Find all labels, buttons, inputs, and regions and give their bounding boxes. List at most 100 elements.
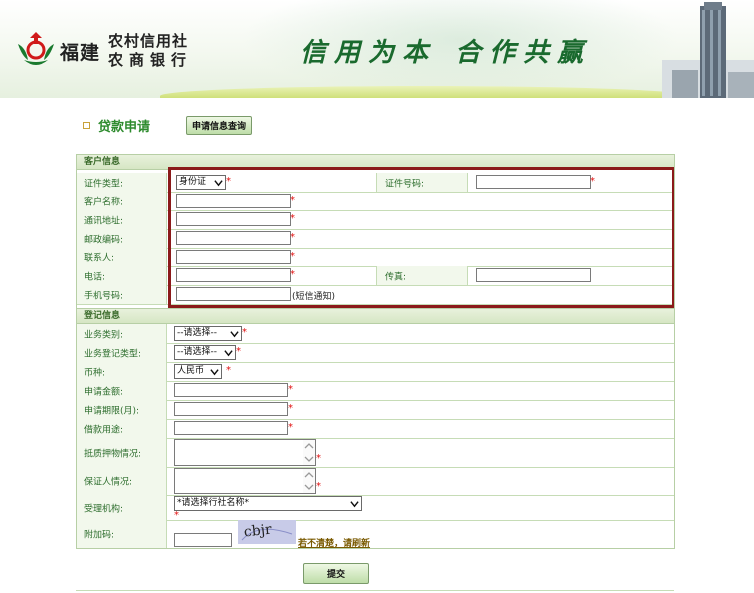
purpose-input[interactable] bbox=[174, 421, 288, 435]
required-mark: * bbox=[316, 453, 321, 464]
customer-name-input[interactable] bbox=[176, 194, 291, 208]
collateral-label: 抵质押物情况: bbox=[84, 449, 142, 459]
form-row-term: 申请期限(月): * bbox=[76, 400, 674, 420]
guarantor-textarea[interactable] bbox=[174, 468, 316, 494]
term-label: 申请期限(月): bbox=[84, 406, 140, 416]
contact-label: 联系人: bbox=[84, 253, 115, 264]
required-mark: * bbox=[590, 176, 595, 187]
id-type-select[interactable]: 身份证 bbox=[176, 175, 226, 190]
building-image bbox=[662, 2, 754, 98]
title-bullet-icon bbox=[83, 122, 90, 129]
brand-line1: 农村信用社 bbox=[108, 32, 189, 50]
customer-section-header: 客户信息 bbox=[76, 154, 674, 170]
register-type-label: 业务登记类型: bbox=[84, 349, 142, 359]
required-mark: * bbox=[316, 481, 321, 492]
mobile-label: 手机号码: bbox=[84, 291, 124, 301]
required-mark: * bbox=[242, 327, 247, 338]
form-row-purpose: 借款用途: * bbox=[76, 419, 674, 439]
textarea-scrollbar[interactable] bbox=[303, 440, 315, 465]
form-row-phone: 电话: * 传真: bbox=[76, 266, 674, 286]
captcha-image[interactable]: cbjr bbox=[238, 520, 296, 544]
brand-line2: 农商银行 bbox=[108, 51, 193, 69]
required-mark: * bbox=[236, 346, 241, 357]
page-title: 贷款申请 bbox=[98, 120, 151, 135]
bank-logo-icon bbox=[18, 32, 54, 65]
refresh-captcha-link[interactable]: 若不清楚，请刷新 bbox=[298, 536, 370, 549]
chevron-down-icon bbox=[350, 501, 359, 508]
contact-input[interactable] bbox=[176, 250, 291, 264]
form-row-name: 客户名称: * bbox=[76, 192, 674, 211]
captcha-label: 附加码: bbox=[84, 530, 115, 541]
address-label: 通讯地址: bbox=[84, 216, 124, 226]
scroll-down-icon[interactable] bbox=[303, 453, 315, 465]
slogan-right: 合作共赢 bbox=[455, 38, 592, 68]
amount-label: 申请金额: bbox=[84, 387, 124, 397]
form-row-contact: 联系人: * bbox=[76, 248, 674, 267]
register-section-header: 登记信息 bbox=[76, 308, 674, 324]
scroll-up-icon[interactable] bbox=[303, 440, 315, 452]
captcha-input[interactable] bbox=[174, 533, 232, 547]
form-row-mobile: 手机号码: (短信通知) bbox=[76, 285, 674, 305]
customer-name-label: 客户名称: bbox=[84, 197, 124, 208]
form-row-collateral: 抵质押物情况: * bbox=[76, 438, 674, 468]
institution-label: 受理机构: bbox=[84, 504, 124, 514]
svg-text:cbjr: cbjr bbox=[243, 522, 273, 541]
slogan-left: 信用为本 bbox=[300, 38, 437, 68]
form-row-amount: 申请金额: * bbox=[76, 381, 674, 401]
form-row-address: 通讯地址: * bbox=[76, 210, 674, 230]
id-number-label: 证件号码: bbox=[385, 179, 425, 189]
textarea-scrollbar[interactable] bbox=[303, 469, 315, 493]
form-row-institution: 受理机构: *请选择行社名称* * bbox=[76, 495, 674, 521]
submit-button[interactable]: 提交 bbox=[303, 563, 369, 584]
required-mark: * bbox=[290, 213, 295, 224]
fax-input[interactable] bbox=[476, 268, 591, 282]
chevron-down-icon bbox=[224, 350, 233, 357]
id-number-input[interactable] bbox=[476, 175, 591, 189]
form-row-guarantor: 保证人情况: * bbox=[76, 467, 674, 496]
required-mark: * bbox=[290, 251, 295, 262]
required-mark: * bbox=[288, 403, 293, 414]
form-row-business-type: 业务类别: --请选择-- * bbox=[76, 324, 674, 344]
form-row-register-type: 业务登记类型: --请选择-- * bbox=[76, 343, 674, 363]
form-row-id: 证件类型: 身份证 * 证件号码: * bbox=[76, 173, 674, 193]
chevron-down-icon bbox=[210, 369, 219, 376]
institution-select[interactable]: *请选择行社名称* bbox=[174, 496, 362, 511]
collateral-textarea[interactable] bbox=[174, 439, 316, 466]
guarantor-label: 保证人情况: bbox=[84, 477, 133, 488]
address-input[interactable] bbox=[176, 212, 291, 226]
site-header: 福建 农村信用社 农商银行 信用为本 合作共赢 bbox=[0, 0, 754, 98]
purpose-label: 借款用途: bbox=[84, 425, 124, 435]
required-mark: * bbox=[288, 384, 293, 395]
mobile-input[interactable] bbox=[176, 287, 291, 301]
chevron-down-icon bbox=[230, 331, 239, 338]
required-mark: * bbox=[288, 422, 293, 433]
postcode-input[interactable] bbox=[176, 231, 291, 245]
chevron-down-icon bbox=[214, 180, 223, 187]
phone-input[interactable] bbox=[176, 268, 291, 282]
required-mark: * bbox=[226, 176, 231, 187]
query-application-button[interactable]: 申请信息查询 bbox=[186, 116, 252, 135]
required-mark: * bbox=[290, 269, 295, 280]
id-type-label: 证件类型: bbox=[84, 179, 124, 189]
register-type-select[interactable]: --请选择-- bbox=[174, 345, 236, 360]
required-mark: * bbox=[290, 195, 295, 206]
currency-label: 币种: bbox=[84, 368, 106, 378]
form-row-captcha: 附加码: bbox=[76, 520, 674, 549]
term-input[interactable] bbox=[174, 402, 288, 416]
business-type-label: 业务类别: bbox=[84, 330, 124, 340]
brand-short: 福建 bbox=[60, 42, 101, 64]
scroll-down-icon[interactable] bbox=[303, 481, 315, 493]
required-mark: * bbox=[290, 232, 295, 243]
currency-select[interactable]: 人民币 bbox=[174, 364, 222, 379]
postcode-label: 邮政编码: bbox=[84, 235, 124, 245]
sms-note: (短信通知) bbox=[292, 292, 336, 302]
phone-label: 电话: bbox=[84, 272, 106, 282]
business-type-select[interactable]: --请选择-- bbox=[174, 326, 242, 341]
required-mark: * bbox=[226, 365, 231, 376]
fax-label: 传真: bbox=[385, 272, 407, 282]
form-row-postcode: 邮政编码: * bbox=[76, 229, 674, 249]
scroll-up-icon[interactable] bbox=[303, 469, 315, 481]
form-row-currency: 币种: 人民币 * bbox=[76, 362, 674, 382]
amount-input[interactable] bbox=[174, 383, 288, 397]
footer-divider bbox=[76, 590, 674, 591]
